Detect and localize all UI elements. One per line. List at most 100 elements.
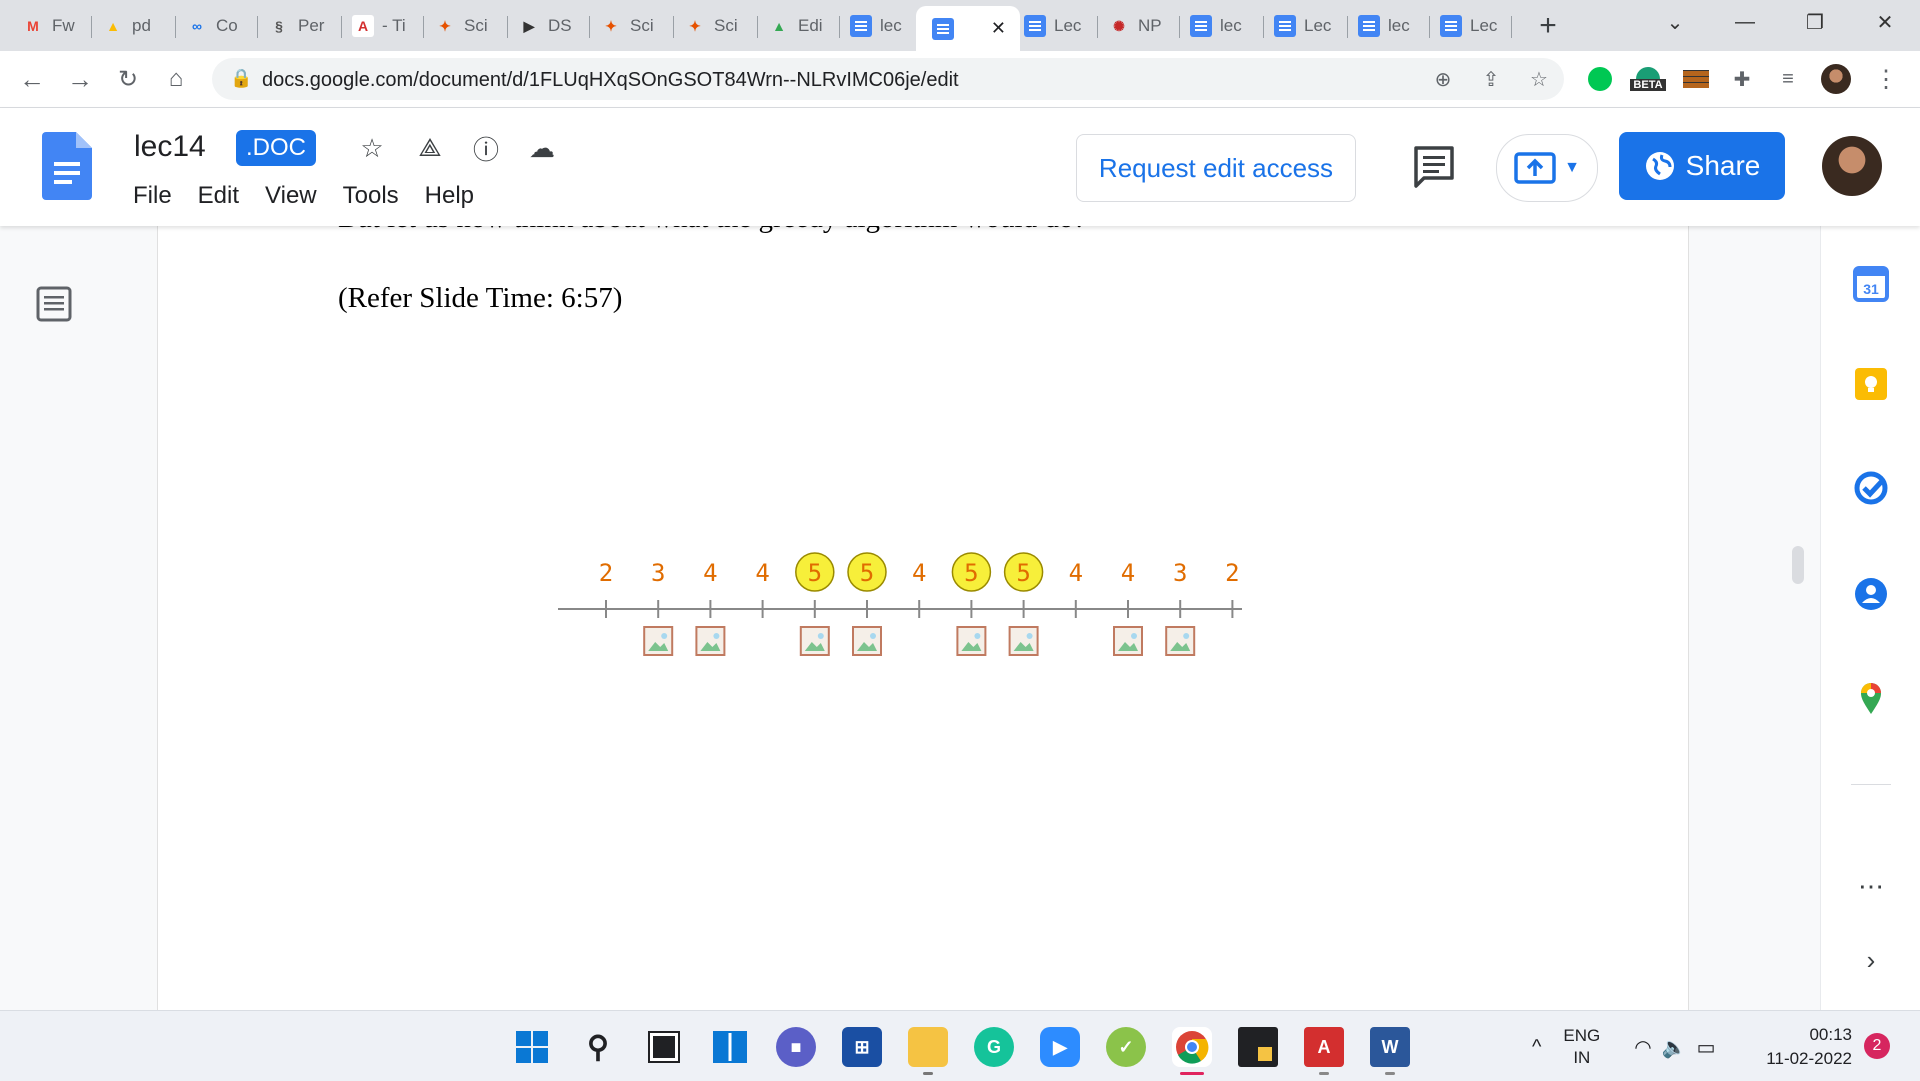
document-page[interactable]: But let us now think about what the gree… [157,226,1689,1010]
menu-item-view[interactable]: View [265,182,317,210]
browser-tab[interactable]: ✦ Sci [424,8,508,44]
document-title[interactable]: lec14 [134,130,206,164]
sticky-notes-icon[interactable] [1238,1027,1278,1067]
teams-chat-icon[interactable]: ■ [776,1027,816,1067]
browser-tab[interactable]: ∞ Co [176,8,258,44]
browser-tab[interactable]: ✕ [916,6,1020,51]
volume-icon[interactable]: 🔈 [1662,1035,1687,1060]
chrome-icon[interactable] [1172,1027,1212,1075]
tasks-icon[interactable] [1853,470,1889,506]
region-code: IN [1573,1048,1591,1067]
media-control-icon[interactable]: ≡ [1772,63,1804,95]
browser-toolbar: ← → ↻ ⌂ 🔒 docs.google.com/document/d/1FL… [0,51,1920,108]
reload-button[interactable]: ↻ [112,63,144,95]
notification-badge[interactable]: 2 [1864,1033,1890,1059]
profile-avatar-small[interactable] [1820,63,1852,95]
browser-tab[interactable]: ▶ DS [508,8,590,44]
home-button[interactable]: ⌂ [160,63,192,95]
acrobat-reader-icon[interactable]: A [1304,1027,1344,1075]
url-text[interactable]: docs.google.com/document/d/1FLUqHXqSOnGS… [262,69,959,92]
document-outline-icon[interactable] [36,286,72,322]
menu-item-file[interactable]: File [133,182,172,210]
browser-tab[interactable]: M Fw [12,8,92,44]
leaf-app-icon[interactable]: ✓ [1106,1027,1146,1067]
menu-item-help[interactable]: Help [425,182,474,210]
extensions-puzzle-icon[interactable]: ✚ [1726,63,1758,95]
scrollbar-thumb[interactable] [1792,546,1804,584]
forward-button[interactable]: → [64,63,96,95]
word-icon[interactable]: W [1370,1027,1410,1075]
show-hidden-icons-icon[interactable]: ^ [1532,1036,1541,1059]
show-side-panel-icon[interactable]: › [1853,942,1889,978]
share-button[interactable]: Share [1619,132,1785,200]
tab-label: lec [1220,16,1242,35]
sci-hub-icon: ✦ [689,17,701,34]
browser-tab[interactable]: lec [1180,8,1264,44]
language-indicator[interactable]: ENG IN [1563,1025,1600,1069]
browser-tab[interactable]: ▲ pd [92,8,176,44]
keep-icon[interactable] [1853,366,1889,402]
docs-icon [1190,15,1212,37]
browser-menu-icon[interactable]: ⋮ [1870,63,1902,95]
browser-tab[interactable]: lec [840,8,922,44]
comment-history-icon[interactable] [1410,144,1458,190]
calendar-icon[interactable]: 31 [1853,266,1889,302]
new-tab-button[interactable]: + [1530,8,1566,44]
widgets-icon[interactable] [710,1027,750,1067]
share-page-icon[interactable]: ⇪ [1478,66,1504,92]
more-addons-icon[interactable]: ⋯ [1853,868,1889,904]
restore-button[interactable]: ❐ [1780,0,1850,44]
account-avatar[interactable] [1822,136,1882,196]
move-to-drive-icon[interactable]: ⟁ [412,130,448,166]
windows-start-icon[interactable] [512,1027,552,1067]
brick-extension-icon[interactable] [1680,63,1712,95]
contacts-icon[interactable] [1853,576,1889,612]
menu-bar: File Edit View Tools Help [133,182,474,210]
cloud-status-icon[interactable]: ☁ [524,130,560,166]
battery-icon[interactable]: ▭ [1697,1035,1716,1060]
close-window-button[interactable]: ✕ [1850,0,1920,44]
browser-tab[interactable]: ✦ Sci [590,8,674,44]
clock[interactable]: 00:13 11-02-2022 [1752,1023,1852,1071]
menu-item-tools[interactable]: Tools [343,182,399,210]
zoom-icon[interactable]: ⊕ [1430,66,1456,92]
tab-label: Co [216,16,238,35]
browser-tab[interactable]: Lec [1014,8,1098,44]
present-button[interactable]: ▼ [1496,134,1598,202]
zoom-app-icon[interactable]: ▶ [1040,1027,1080,1067]
menu-item-edit[interactable]: Edit [198,182,239,210]
beta-extension-icon[interactable]: BETA [1628,63,1668,95]
back-button[interactable]: ← [16,63,48,95]
placeholder-image-icon [852,626,882,656]
file-explorer-icon[interactable] [908,1027,948,1075]
browser-tab[interactable]: A - Ti [342,8,424,44]
slide-figure: 2 3 4 4 5 5 4 5 5 4 4 3 2 [558,552,1242,656]
close-tab-icon[interactable]: ✕ [991,18,1006,39]
browser-tab[interactable]: Lec [1430,8,1512,44]
search-icon[interactable]: ⚲ [578,1027,618,1067]
browser-tab[interactable]: ✺ NP [1098,8,1180,44]
tab-separator [1511,16,1512,38]
beta-label: BETA [1630,79,1666,91]
tab-label: Lec [1054,16,1082,35]
address-bar[interactable]: 🔒 docs.google.com/document/d/1FLUqHXqSOn… [212,58,1564,100]
info-icon[interactable]: ⓘ [468,130,504,166]
star-icon[interactable]: ☆ [354,130,390,166]
microsoft-store-icon[interactable]: ⊞ [842,1027,882,1067]
extension-green-icon[interactable] [1588,67,1612,91]
google-docs-logo[interactable] [42,132,92,200]
maps-icon[interactable] [1853,680,1889,716]
tab-search-icon[interactable]: ⌄ [1640,0,1710,44]
browser-tab[interactable]: ✦ Sci [674,8,758,44]
tab-label: - Ti [382,16,406,35]
browser-tab[interactable]: § Per [258,8,342,44]
browser-tab[interactable]: ▲ Edi [758,8,840,44]
task-view-icon[interactable] [644,1027,684,1067]
minimize-button[interactable]: — [1710,0,1780,44]
wifi-icon[interactable]: ◠ [1634,1035,1651,1060]
request-edit-access-button[interactable]: Request edit access [1076,134,1356,202]
browser-tab[interactable]: Lec [1264,8,1348,44]
browser-tab[interactable]: lec [1348,8,1430,44]
grammarly-icon[interactable]: G [974,1027,1014,1067]
bookmark-star-icon[interactable]: ☆ [1526,66,1552,92]
